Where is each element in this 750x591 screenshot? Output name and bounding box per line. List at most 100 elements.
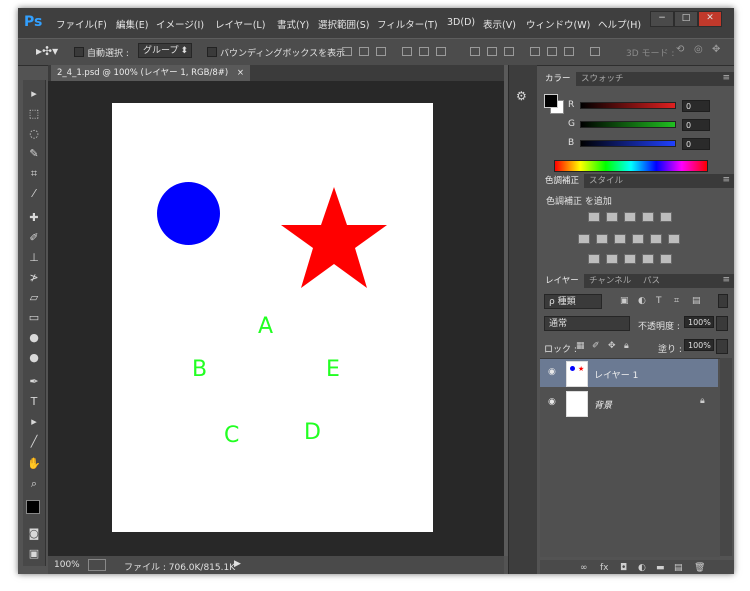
- zoom-level[interactable]: 100%: [54, 560, 80, 570]
- line-tool-icon[interactable]: ╱: [26, 434, 42, 450]
- tab-color[interactable]: カラー: [540, 72, 576, 86]
- history-panel-icon[interactable]: ⚙: [516, 89, 527, 103]
- group-dropdown[interactable]: グループ ⬍: [138, 43, 192, 58]
- filter-type-icon[interactable]: T: [656, 296, 662, 306]
- move-tool-icon[interactable]: ▸✣▾: [36, 44, 58, 58]
- threshold-icon[interactable]: [624, 254, 636, 264]
- levels-icon[interactable]: [606, 212, 618, 222]
- screen-mode-icon[interactable]: ▣: [26, 546, 42, 562]
- tab-paths[interactable]: パス: [638, 274, 665, 288]
- layers-scrollbar[interactable]: [720, 358, 732, 556]
- menu-3d[interactable]: 3D(D): [447, 17, 475, 28]
- blur-tool-icon[interactable]: ●: [26, 330, 42, 346]
- posterize-icon[interactable]: [606, 254, 618, 264]
- align-top-icon[interactable]: [342, 47, 352, 56]
- menu-filter[interactable]: フィルター(T): [377, 17, 438, 31]
- hue-saturation-icon[interactable]: [578, 234, 590, 244]
- filter-pixel-icon[interactable]: ▣: [620, 296, 629, 306]
- pen-tool-icon[interactable]: ✒: [26, 374, 42, 390]
- filter-adjust-icon[interactable]: ◐: [638, 296, 646, 306]
- opacity-input[interactable]: 100%: [684, 316, 714, 328]
- channel-value-input[interactable]: 0: [682, 100, 710, 112]
- layer-name[interactable]: レイヤー 1: [594, 368, 638, 381]
- zoom-tool-icon[interactable]: ⌕: [26, 476, 42, 492]
- status-icon[interactable]: [88, 559, 106, 571]
- menu-select[interactable]: 選択範囲(S): [318, 17, 369, 31]
- canvas-area[interactable]: A B C D E: [48, 81, 504, 556]
- filter-shape-icon[interactable]: ⌗: [674, 296, 679, 306]
- distribute-top-icon[interactable]: [470, 47, 480, 56]
- roll-3d-icon[interactable]: ◎: [694, 44, 703, 55]
- eyedropper-tool-icon[interactable]: ⁄: [26, 186, 42, 202]
- pan-3d-icon[interactable]: ✥: [712, 44, 720, 55]
- menu-view[interactable]: 表示(V): [483, 17, 516, 31]
- gradient-map-icon[interactable]: [642, 254, 654, 264]
- menu-layer[interactable]: レイヤー(L): [215, 17, 265, 31]
- channel-slider[interactable]: [580, 102, 676, 109]
- menu-type[interactable]: 書式(Y): [277, 17, 309, 31]
- distribute-left-icon[interactable]: [530, 47, 540, 56]
- crop-tool-icon[interactable]: ⌗: [26, 166, 42, 182]
- channel-slider[interactable]: [580, 121, 676, 128]
- lock-all-icon[interactable]: 🔒︎: [624, 341, 629, 351]
- document-tab[interactable]: 2_4_1.psd @ 100% (レイヤー 1, RGB/8#) ×: [51, 65, 250, 81]
- channel-mixer-icon[interactable]: [650, 234, 662, 244]
- eraser-tool-icon[interactable]: ▱: [26, 290, 42, 306]
- type-tool-icon[interactable]: T: [26, 394, 42, 410]
- new-layer-icon[interactable]: ▤: [674, 563, 683, 573]
- blend-mode-dropdown[interactable]: 通常: [544, 316, 630, 331]
- history-brush-tool-icon[interactable]: ≯: [26, 270, 42, 286]
- layer-filter-dropdown[interactable]: ρ 種類: [544, 294, 602, 309]
- maximize-button[interactable]: □: [674, 11, 698, 27]
- align-left-icon[interactable]: [402, 47, 412, 56]
- new-group-icon[interactable]: ▬: [656, 563, 665, 573]
- link-layers-icon[interactable]: ∞: [580, 563, 588, 573]
- photo-filter-icon[interactable]: [632, 234, 644, 244]
- brightness-icon[interactable]: [588, 212, 600, 222]
- color-balance-icon[interactable]: [596, 234, 608, 244]
- document-canvas[interactable]: A B C D E: [112, 103, 433, 532]
- close-button[interactable]: ✕: [698, 11, 722, 27]
- status-menu-arrow-icon[interactable]: ▶: [234, 559, 241, 569]
- color-spectrum-bar[interactable]: [554, 160, 708, 172]
- channel-value-input[interactable]: 0: [682, 119, 710, 131]
- hand-tool-icon[interactable]: ✋: [26, 456, 42, 472]
- selective-color-icon[interactable]: [660, 254, 672, 264]
- tab-adjustments[interactable]: 色調補正: [540, 174, 585, 188]
- bbox-checkbox[interactable]: [207, 47, 217, 57]
- align-vcenter-icon[interactable]: [359, 47, 369, 56]
- tab-channels[interactable]: チャンネル: [584, 274, 636, 288]
- distribute-hcenter-icon[interactable]: [547, 47, 557, 56]
- lock-position-icon[interactable]: ✥: [608, 341, 616, 351]
- opacity-slider-toggle[interactable]: [716, 316, 728, 331]
- move-tool-icon[interactable]: ▸: [26, 86, 42, 102]
- tab-styles[interactable]: スタイル: [584, 174, 628, 188]
- fill-slider-toggle[interactable]: [716, 339, 728, 354]
- menu-window[interactable]: ウィンドウ(W): [526, 17, 590, 31]
- menu-help[interactable]: ヘルプ(H): [598, 17, 641, 31]
- brush-tool-icon[interactable]: ✐: [26, 230, 42, 246]
- black-white-icon[interactable]: [614, 234, 626, 244]
- gradient-tool-icon[interactable]: ▭: [26, 310, 42, 326]
- color-lookup-icon[interactable]: [668, 234, 680, 244]
- healing-brush-tool-icon[interactable]: ✚: [26, 210, 42, 226]
- vibrance-icon[interactable]: [660, 212, 672, 222]
- lock-image-icon[interactable]: ✐: [592, 341, 600, 351]
- menu-edit[interactable]: 編集(E): [116, 17, 148, 31]
- add-mask-icon[interactable]: ◘: [620, 563, 627, 573]
- foreground-color-swatch[interactable]: [26, 500, 40, 514]
- menu-file[interactable]: ファイル(F): [56, 17, 107, 31]
- align-bottom-icon[interactable]: [376, 47, 386, 56]
- menu-image[interactable]: イメージ(I): [156, 17, 204, 31]
- marquee-tool-icon[interactable]: ⬚: [26, 106, 42, 122]
- visibility-eye-icon[interactable]: ◉: [548, 397, 556, 407]
- dodge-tool-icon[interactable]: ●: [26, 350, 42, 366]
- adjustment-layer-icon[interactable]: ◐: [638, 563, 646, 573]
- visibility-eye-icon[interactable]: ◉: [548, 367, 556, 377]
- panel-menu-icon[interactable]: ≡: [722, 73, 730, 83]
- auto-align-icon[interactable]: [590, 47, 600, 56]
- lasso-tool-icon[interactable]: ◌: [26, 126, 42, 142]
- layer-row[interactable]: ◉ ★ レイヤー 1: [540, 359, 718, 387]
- panel-menu-icon[interactable]: ≡: [722, 275, 730, 285]
- foreground-color-swatch[interactable]: [544, 94, 558, 108]
